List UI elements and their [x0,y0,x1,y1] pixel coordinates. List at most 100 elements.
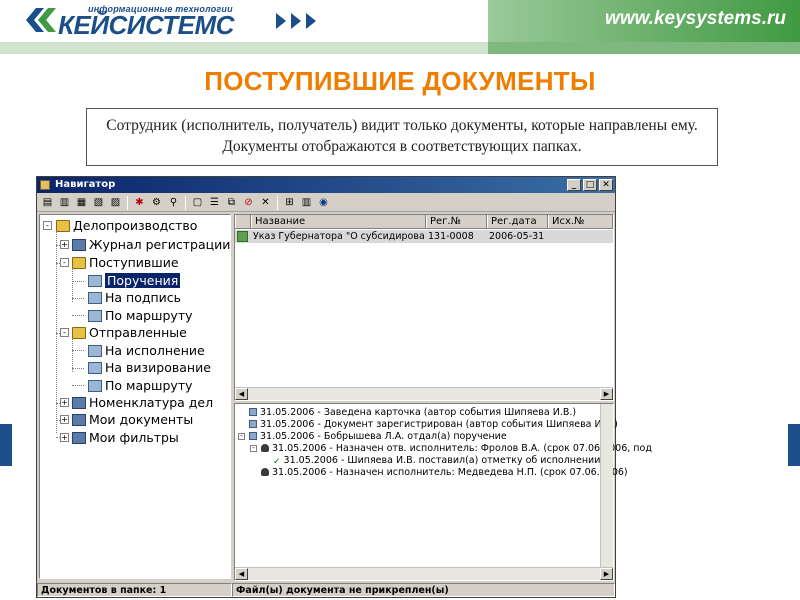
tree-item-delo[interactable]: Делопроизводство [56,217,197,234]
toolbar-separator [185,195,186,210]
cell-reg-date: 2006-05-31 [489,231,545,242]
window-titlebar[interactable]: Навигатор _ □ ✕ [37,177,615,193]
person-icon [261,444,269,452]
tree-item-my-documents[interactable]: Мои документы [72,411,193,428]
scroll-left-icon[interactable]: ◀ [235,568,248,580]
pen-icon [249,420,257,428]
column-reg-no[interactable]: Рег.№ [426,215,487,228]
history-tree: 31.05.2006 - Заведена карточка (автор со… [234,403,652,581]
history-vertical-scrollbar[interactable] [600,404,613,568]
column-out-no[interactable]: Исх.№ [548,215,613,228]
save-icon[interactable]: ▥ [57,196,72,210]
tree-item-my-filters[interactable]: Мои фильтры [72,429,179,446]
copy-icon[interactable]: ▦ [74,196,89,210]
history-item[interactable]: 31.05.2006 - Бобрышева Л.А. отдал(а) пор… [249,431,507,443]
scroll-left-icon[interactable]: ◀ [235,388,248,400]
status-bar: Документов в папке: 1 Файл(ы) документа … [37,583,615,597]
column-name[interactable]: Название [251,215,426,228]
status-doc-count: Документов в папке: 1 [37,583,232,597]
history-horizontal-scrollbar[interactable]: ◀ ▶ [235,567,613,580]
cell-out-no [547,230,612,243]
tree-expander[interactable]: - [43,221,52,230]
tree-item-by-route-sent[interactable]: По маршруту [88,377,193,394]
grid-header-icon-col [235,215,251,228]
tree-item-nomenclature[interactable]: Номенклатура дел [72,394,213,411]
tree-expander[interactable]: + [60,415,69,424]
toolbar: ▤ ▥ ▦ ▧ ▨ ✱ ⚙ ⚲ ▢ ☰ ⧉ ⊘ ✕ ⊞ ▥ ◉ [37,194,615,212]
folder-icon [72,327,86,339]
book-icon [72,414,86,426]
description-box: Сотрудник (исполнитель, получатель) види… [86,108,718,166]
scroll-right-icon[interactable]: ▶ [600,388,613,400]
grid-icon[interactable]: ⊞ [282,196,297,210]
tree-expander[interactable]: + [60,433,69,442]
tree-expander[interactable]: + [60,398,69,407]
minimize-button[interactable]: _ [567,179,581,191]
close-icon[interactable]: ✕ [258,196,273,210]
doc-icon [249,408,257,416]
tree-expander[interactable]: - [60,328,69,337]
history-item[interactable]: 31.05.2006 - Назначен исполнитель: Медве… [261,467,628,479]
tree-item-for-approval[interactable]: На визирование [88,359,211,376]
tree-item-for-execution[interactable]: На исполнение [88,342,205,359]
tree-item-sent[interactable]: Отправленные [72,324,187,341]
status-files: Файл(ы) документа не прикреплен(ы) [232,583,615,597]
close-button[interactable]: ✕ [599,179,613,191]
history-item[interactable]: 31.05.2006 - Назначен отв. исполнитель: … [261,443,652,455]
cancel-icon[interactable]: ⊘ [241,196,256,210]
tree-item-by-route[interactable]: По маршруту [88,307,193,324]
navigator-window: Навигатор _ □ ✕ ▤ ▥ ▦ ▧ ▨ ✱ ⚙ ⚲ ▢ ☰ ⧉ ⊘ … [36,176,652,598]
person-icon [261,468,269,476]
book-icon [72,432,86,444]
list-icon[interactable]: ☰ [207,196,222,210]
logo-icon [26,8,56,32]
paste-icon[interactable]: ▧ [91,196,106,210]
delete-icon[interactable]: ✱ [132,196,147,210]
tree-expander[interactable]: + [60,240,69,249]
logo-text: КЕЙСИСТЕМС [58,10,234,40]
slide-title: ПОСТУПИВШИЕ ДОКУМЕНТЫ [204,66,596,96]
excel-doc-icon [237,231,248,242]
tree-item-incoming[interactable]: Поступившие [72,254,179,271]
tools-icon[interactable]: ⚙ [149,196,164,210]
folder-icon [72,257,86,269]
scroll-right-icon[interactable]: ▶ [600,568,613,580]
doc-icon [88,310,102,322]
tree-item-journal[interactable]: Журнал регистрации [72,236,230,253]
grid-horizontal-scrollbar[interactable]: ◀ ▶ [235,387,613,400]
history-expander[interactable]: - [238,433,245,440]
app-icon [40,180,50,190]
folder-icon [56,220,70,232]
header-band [0,42,800,54]
history-item[interactable]: 31.05.2006 - Заведена карточка (автор со… [249,407,576,419]
tree-expander[interactable]: - [60,258,69,267]
tree-item-for-signature[interactable]: На подпись [88,289,181,306]
help-icon[interactable]: ◉ [316,196,331,210]
doc-icon [88,362,102,374]
maximize-button[interactable]: □ [583,179,597,191]
document-icon[interactable]: ▢ [190,196,205,210]
table-row[interactable]: Указ Губернатора "О субсидирова 131-0008… [235,230,613,243]
print-icon[interactable]: ▨ [108,196,123,210]
folder-tree: - Делопроизводство + Журнал регистрации … [39,214,231,579]
column-reg-date[interactable]: Рег.дата [487,215,548,228]
history-item[interactable]: ✓ 31.05.2006 - Шипяева И.В. поставил(а) о… [273,455,600,467]
documents-grid: Название Рег.№ Рег.дата Исх.№ Указ Губер… [234,214,614,401]
columns-icon[interactable]: ▥ [299,196,314,210]
toolbar-separator [277,195,278,210]
side-accent-right [788,424,800,466]
header-right: www.keysystems.ru [488,0,800,42]
cell-name: Указ Губернатора "О субсидирова [253,231,425,242]
tree-item-assignments[interactable]: Поручения [88,272,181,289]
site-url: www.keysystems.ru [605,8,786,29]
cell-reg-no: 131-0008 [428,231,474,242]
grid-header: Название Рег.№ Рег.дата Исх.№ [235,215,613,229]
history-expander[interactable]: - [250,445,257,452]
link-icon[interactable]: ⧉ [224,196,239,210]
doc-icon [88,345,102,357]
doc-icon [88,275,102,287]
search-icon[interactable]: ⚲ [166,196,181,210]
folder-icon[interactable]: ▤ [40,196,55,210]
doc-icon [249,432,257,440]
history-item[interactable]: 31.05.2006 - Документ зарегистрирован (а… [249,419,618,431]
